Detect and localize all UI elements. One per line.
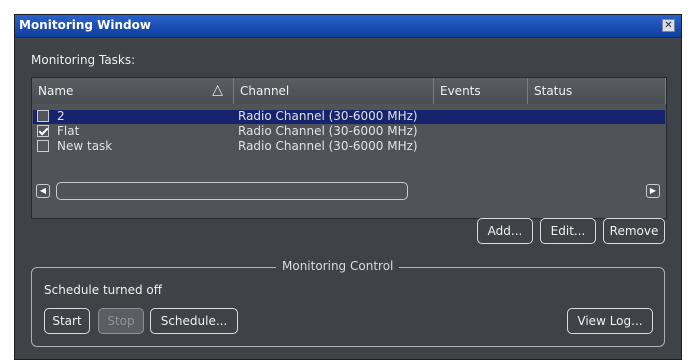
scrollbar-thumb[interactable] [56, 182, 408, 200]
stop-button[interactable]: Stop [98, 308, 144, 334]
task-channel: Radio Channel (30-6000 MHz) [238, 109, 418, 123]
monitoring-window: Monitoring Window ✕ Monitoring Tasks: Na… [14, 14, 682, 360]
column-header-name-label: Name [38, 84, 74, 98]
task-channel: Radio Channel (30-6000 MHz) [238, 124, 418, 138]
monitoring-control-group: Monitoring Control Schedule turned off S… [31, 259, 665, 347]
tasks-table: Name △ Channel Events Status 2 Radio Cha… [31, 77, 667, 219]
view-log-button[interactable]: View Log... [567, 308, 653, 334]
task-name: New task [57, 139, 113, 153]
start-button[interactable]: Start [44, 308, 90, 334]
task-checkbox[interactable] [37, 110, 49, 122]
monitoring-control-title: Monitoring Control [276, 259, 400, 273]
scroll-left-icon[interactable]: ◀ [36, 184, 50, 198]
column-header-events[interactable]: Events [434, 78, 528, 104]
task-name: 2 [57, 109, 65, 123]
task-name: Flat [57, 124, 80, 138]
table-row-flat[interactable]: Flat Radio Channel (30-6000 MHz) [33, 124, 665, 139]
edit-button[interactable]: Edit... [540, 218, 596, 244]
column-header-name[interactable]: Name △ [32, 78, 234, 104]
horizontal-scrollbar[interactable]: ◀ ▶ [34, 182, 664, 200]
scroll-right-icon[interactable]: ▶ [646, 184, 660, 198]
task-checkbox[interactable] [37, 125, 49, 137]
schedule-status-text: Schedule turned off [44, 283, 163, 297]
monitoring-tasks-label: Monitoring Tasks: [31, 53, 136, 67]
column-header-channel[interactable]: Channel [234, 78, 434, 104]
task-checkbox[interactable] [37, 140, 49, 152]
table-row-2[interactable]: 2 Radio Channel (30-6000 MHz) [33, 109, 665, 124]
title-bar[interactable]: Monitoring Window ✕ [15, 15, 681, 38]
add-button[interactable]: Add... [477, 218, 533, 244]
task-channel: Radio Channel (30-6000 MHz) [238, 139, 418, 153]
window-title: Monitoring Window [19, 18, 151, 32]
schedule-button[interactable]: Schedule... [150, 308, 238, 334]
table-row-new-task[interactable]: New task Radio Channel (30-6000 MHz) [33, 139, 665, 154]
column-header-status[interactable]: Status [528, 78, 666, 104]
sort-ascending-icon: △ [212, 82, 223, 98]
remove-button[interactable]: Remove [603, 218, 665, 244]
close-icon[interactable]: ✕ [662, 19, 675, 32]
